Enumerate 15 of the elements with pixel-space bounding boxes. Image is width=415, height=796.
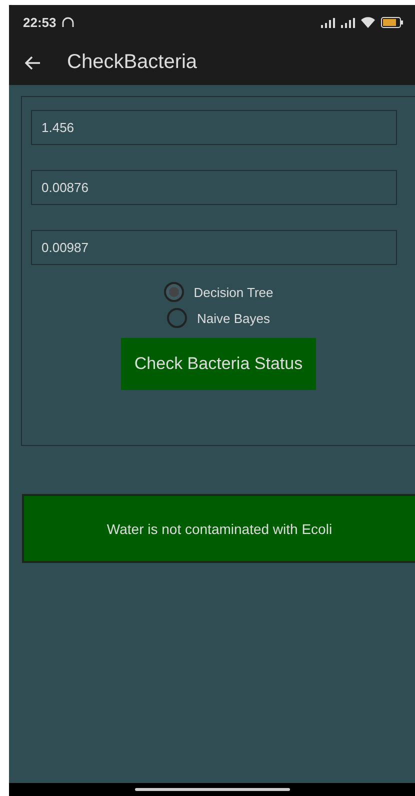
- input-field[interactable]: 0.00876: [30, 170, 396, 205]
- app-title: CheckBacteria: [67, 51, 198, 74]
- input-field[interactable]: 0.00987: [30, 230, 396, 265]
- signal-icon: [321, 18, 335, 28]
- result-text: Water is not contaminated with Ecoli: [106, 520, 332, 536]
- status-time: 22:53: [23, 15, 56, 30]
- wifi-icon: [361, 17, 375, 28]
- battery-icon: [381, 17, 403, 28]
- check-button[interactable]: Check Bacteria Status: [121, 338, 316, 390]
- headphones-icon: [62, 17, 74, 28]
- signal-icon: [341, 18, 355, 28]
- radio-option[interactable]: Decision Tree: [164, 282, 274, 302]
- radio-option[interactable]: Naive Bayes: [167, 308, 270, 328]
- back-arrow-icon[interactable]: [25, 56, 41, 70]
- input-field[interactable]: 1.456: [30, 110, 396, 145]
